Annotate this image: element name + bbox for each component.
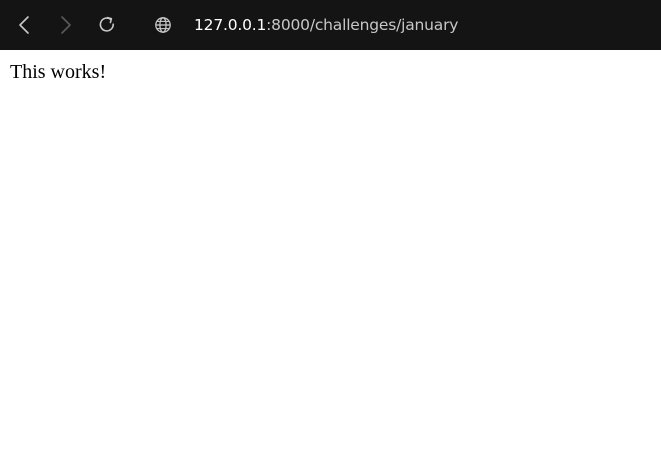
url-path: :8000/challenges/january xyxy=(266,16,459,34)
page-text: This works! xyxy=(10,61,107,83)
back-button[interactable] xyxy=(13,13,37,37)
reload-icon xyxy=(99,16,115,32)
forward-button[interactable] xyxy=(53,13,77,37)
address-bar[interactable]: 127.0.0.1:8000/challenges/january xyxy=(194,14,458,36)
reload-button[interactable] xyxy=(95,13,119,37)
forward-arrow-icon xyxy=(61,16,71,34)
back-arrow-icon xyxy=(19,16,29,34)
url-host: 127.0.0.1 xyxy=(194,16,267,34)
site-info-button[interactable] xyxy=(151,13,175,37)
page-content: This works! xyxy=(0,50,661,473)
globe-icon xyxy=(155,17,171,33)
browser-toolbar: 127.0.0.1:8000/challenges/january xyxy=(0,0,661,50)
